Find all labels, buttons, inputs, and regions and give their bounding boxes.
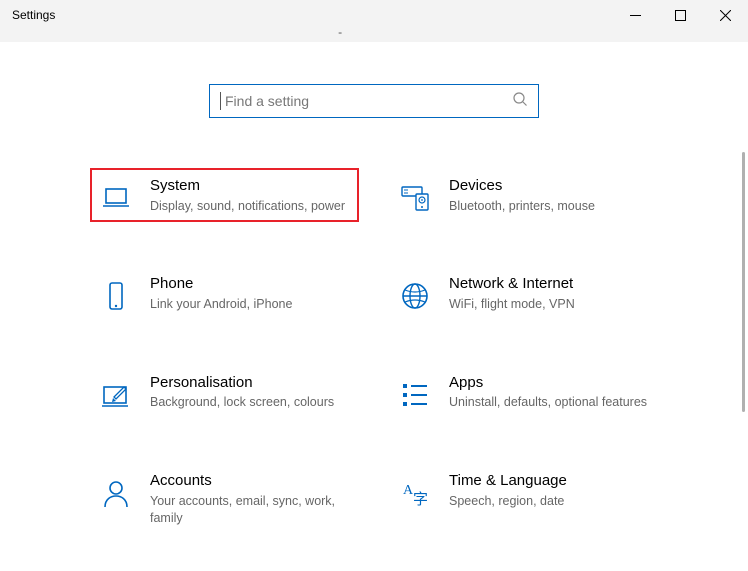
svg-text:字: 字 [413,491,428,508]
tile-system[interactable]: System Display, sound, notifications, po… [90,168,359,222]
paintbrush-icon [100,379,132,411]
devices-icon [399,182,431,214]
content-area: Find a setting System Display, sound, no… [0,42,748,571]
tile-apps[interactable]: Apps Uninstall, defaults, optional featu… [389,365,658,419]
tile-title: System [150,176,349,196]
window-title: Settings [0,0,67,30]
globe-icon [399,280,431,312]
close-button[interactable] [703,0,748,30]
minimize-button[interactable] [613,0,658,30]
laptop-icon [100,182,132,214]
tile-personalisation[interactable]: Personalisation Background, lock screen,… [90,365,359,419]
tile-title: Apps [449,373,648,393]
tile-time-language[interactable]: A 字 Time & Language Speech, region, date [389,463,658,534]
search-input[interactable]: Find a setting [209,84,539,118]
window-subtitle-dash: - [338,25,342,42]
tile-desc: Uninstall, defaults, optional features [449,394,648,411]
tile-desc: Link your Android, iPhone [150,296,349,313]
person-icon [100,477,132,509]
scrollbar-thumb[interactable] [742,152,745,412]
tile-desc: Bluetooth, printers, mouse [449,198,648,215]
tile-title: Phone [150,274,349,294]
search-wrap: Find a setting [0,42,748,118]
list-icon [399,379,431,411]
search-placeholder: Find a setting [225,93,512,109]
tile-desc: Background, lock screen, colours [150,394,349,411]
tile-network[interactable]: Network & Internet WiFi, flight mode, VP… [389,266,658,320]
text-cursor [220,92,221,110]
settings-grid: System Display, sound, notifications, po… [0,118,748,534]
tile-desc: Speech, region, date [449,493,648,510]
tile-devices[interactable]: Devices Bluetooth, printers, mouse [389,168,658,222]
tile-title: Time & Language [449,471,648,491]
tile-title: Personalisation [150,373,349,393]
tile-desc: WiFi, flight mode, VPN [449,296,648,313]
title-bar: Settings - [0,0,748,42]
maximize-button[interactable] [658,0,703,30]
tile-title: Devices [449,176,648,196]
tile-desc: Display, sound, notifications, power [150,198,349,215]
tile-phone[interactable]: Phone Link your Android, iPhone [90,266,359,320]
tile-title: Network & Internet [449,274,648,294]
tile-title: Accounts [150,471,349,491]
search-icon [512,91,528,112]
language-icon: A 字 [399,477,431,509]
tile-desc: Your accounts, email, sync, work, family [150,493,349,527]
phone-icon [100,280,132,312]
window-controls [613,0,748,30]
tile-accounts[interactable]: Accounts Your accounts, email, sync, wor… [90,463,359,534]
